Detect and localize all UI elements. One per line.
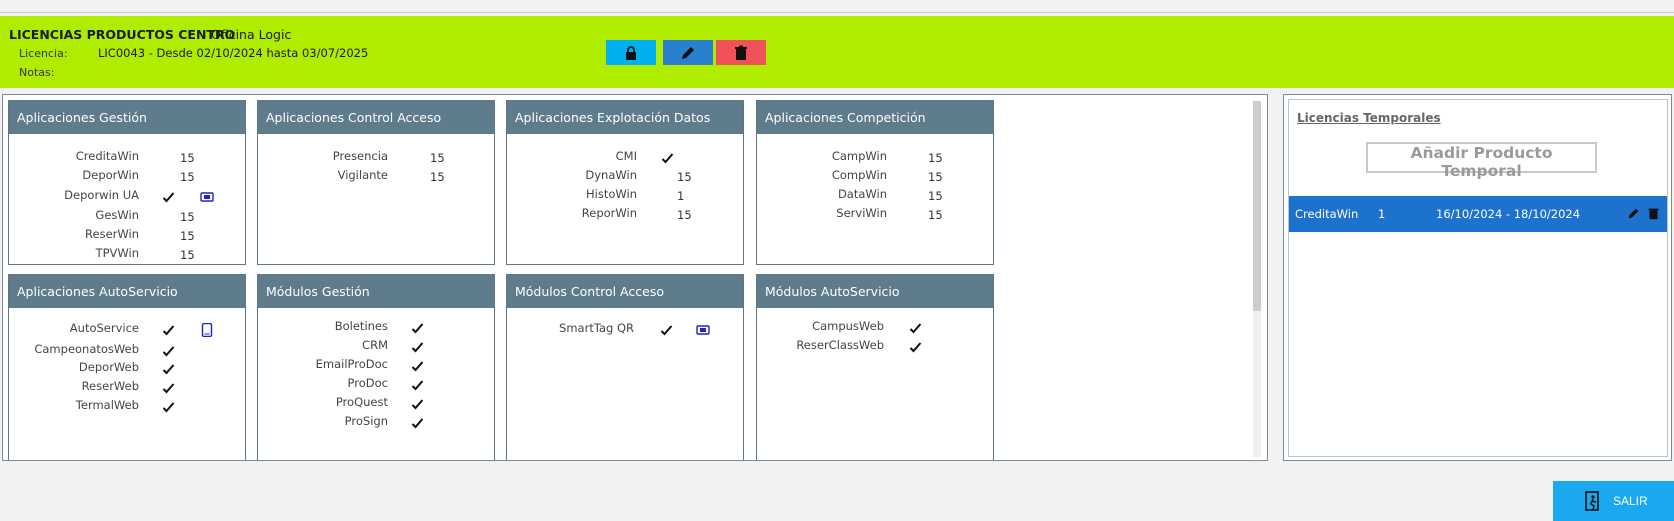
checkmark-icon [411,339,424,353]
license-header: LICENCIAS PRODUCTOS CENTRO Oficina Logic… [0,16,1674,88]
lock-icon [626,45,636,60]
checkmark-icon [162,361,175,375]
temporal-range: 16/10/2024 - 18/10/2024 [1436,207,1581,221]
product-name: TPVWin [95,246,139,260]
temporal-licenses-panel: Licencias Temporales Añadir Producto Tem… [1283,94,1672,461]
delete-button[interactable] [716,40,766,65]
card-title: Aplicaciones Gestión [9,101,245,134]
salir-button[interactable]: SALIR [1553,481,1674,521]
product-name: ProQuest [335,395,388,409]
product-card: Aplicaciones Gestión CreditaWin 15 DeporWin… [8,100,246,265]
checkmark-icon [411,358,424,372]
temporal-licenses-title: Licencias Temporales [1297,111,1441,125]
product-name: ReporWin [581,206,637,220]
license-count: 15 [928,170,943,184]
edit-button[interactable] [663,40,713,65]
product-name: CompWin [831,168,887,182]
license-count: 15 [180,248,195,262]
license-count: 15 [180,229,195,243]
checkmark-icon [411,396,424,410]
checkmark-icon [411,377,424,391]
license-count: 15 [928,151,943,165]
product-card: Módulos Gestión Boletines CRM EmailProDoc Pr… [257,274,495,460]
card-title: Aplicaciones Control Acceso [258,101,494,134]
product-name: ReserClassWeb [796,338,884,352]
product-name: GesWin [95,208,139,222]
product-name: ServiWin [836,206,887,220]
trash-icon[interactable] [1647,207,1660,220]
product-name: ReserWin [85,227,139,241]
card-title: Módulos Control Acceso [507,275,743,308]
exit-icon [1585,491,1599,511]
product-name: ProSign [344,414,388,428]
dongle-icon[interactable] [200,189,214,203]
center-name: Oficina Logic [211,27,292,42]
checkmark-icon [162,343,175,357]
checkmark-icon [909,339,922,353]
card-title: Aplicaciones Explotación Datos [507,101,743,134]
page-title: LICENCIAS PRODUCTOS CENTRO [9,27,236,42]
product-name: Presencia [332,149,388,163]
salir-label: SALIR [1613,494,1648,508]
pencil-icon [682,46,694,59]
product-name: Deporwin UA [64,188,139,202]
checkmark-icon [909,320,922,334]
license-count: 15 [928,208,943,222]
product-card: Aplicaciones Competición CampWin 15 CompWin… [756,100,994,265]
product-name: CreditaWin [75,149,139,163]
product-name: TermalWeb [75,398,139,412]
pencil-icon[interactable] [1627,207,1640,220]
trash-icon [735,45,747,60]
license-count: 1 [677,189,685,203]
scrollbar-thumb[interactable] [1253,101,1261,311]
product-name: DeporWin [82,168,139,182]
product-name: SmartTag QR [559,321,634,335]
licencia-label: Licencia: [19,47,68,60]
products-panel: Aplicaciones Gestión CreditaWin 15 DeporWin… [2,94,1268,461]
product-name: DynaWin [585,168,637,182]
product-name: CampWin [831,149,887,163]
card-title: Aplicaciones AutoServicio [9,275,245,308]
product-card: Aplicaciones Control Acceso Presencia 15 Vi… [257,100,495,265]
product-name: CRM [362,338,388,352]
product-name: Boletines [334,319,388,333]
checkmark-icon [162,380,175,394]
top-divider [0,12,1674,13]
checkmark-icon [411,415,424,429]
lock-button[interactable] [606,40,656,65]
product-name: DataWin [837,187,887,201]
checkmark-icon [411,320,424,334]
card-title: Módulos AutoServicio [757,275,993,308]
checkmark-icon [162,399,175,413]
temporal-license-row[interactable]: CreditaWin 1 16/10/2024 - 18/10/2024 [1289,196,1667,232]
product-card: Módulos AutoServicio CampusWeb ReserClassW… [756,274,994,460]
product-card: Módulos Control Acceso SmartTag QR [506,274,744,460]
product-card: Aplicaciones Explotación Datos CMI DynaWin… [506,100,744,265]
card-title: Aplicaciones Competición [757,101,993,134]
checkmark-icon [162,189,175,203]
product-name: AutoService [69,321,139,335]
checkmark-icon [661,150,674,164]
license-count: 15 [180,210,195,224]
product-name: DeporWeb [78,360,139,374]
product-name: CMI [615,149,637,163]
licencia-value: LIC0043 - Desde 02/10/2024 hasta 03/07/2… [98,46,369,60]
product-name: ProDoc [347,376,388,390]
license-count: 15 [928,189,943,203]
add-temporal-product-button[interactable]: Añadir Producto Temporal [1366,142,1597,180]
product-name: HistoWin [586,187,637,201]
product-name: Vigilante [337,168,388,182]
product-name: CampusWeb [812,319,884,333]
notas-label: Notas: [19,66,55,79]
product-name: EmailProDoc [315,357,388,371]
vertical-scrollbar[interactable] [1253,101,1261,457]
temporal-qty: 1 [1378,207,1386,221]
temporal-product: CreditaWin [1295,207,1359,221]
product-name: CampeonatosWeb [34,342,139,356]
checkmark-icon [162,322,175,336]
card-title: Módulos Gestión [258,275,494,308]
product-name: ReserWeb [81,379,139,393]
checkmark-icon [660,322,673,336]
